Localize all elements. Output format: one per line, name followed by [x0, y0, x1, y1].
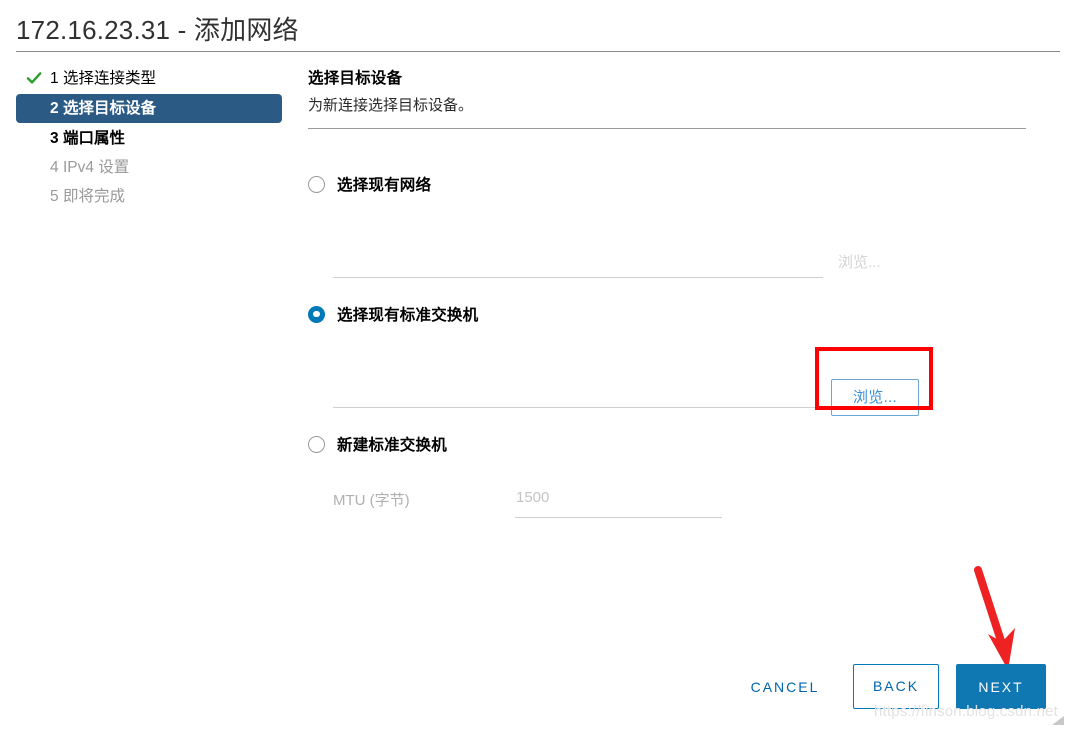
content-divider [308, 128, 1026, 129]
existing-network-field-row: 浏览... [308, 232, 881, 278]
radio-row-existing-standard-switch[interactable]: 选择现有标准交换机 [308, 302, 478, 326]
annotation-arrow-next [974, 566, 1015, 670]
sidebar-step-2-label: 选择目标设备 [62, 100, 156, 117]
existing-switch-field-row: 浏览... [308, 362, 919, 416]
mtu-row: MTU (字节) 1500 [308, 486, 722, 518]
option-existing-standard-switch[interactable]: 选择现有标准交换机 浏览... [308, 302, 919, 416]
sidebar-step-1-label: 选择连接类型 [62, 70, 156, 87]
content-header: 选择目标设备 为新连接选择目标设备。 [308, 66, 1026, 115]
header-divider [16, 51, 1060, 52]
option-new-standard-switch[interactable]: 新建标准交换机 MTU (字节) 1500 [308, 432, 722, 518]
option-existing-network[interactable]: 选择现有网络 浏览... [308, 172, 881, 278]
sidebar-step-3[interactable]: 3 端口属性 [16, 125, 282, 152]
sidebar-step-4: 4 IPv4 设置 [16, 154, 282, 181]
radio-existing-standard-switch[interactable] [308, 305, 325, 323]
check-icon [26, 72, 42, 84]
sidebar-step-3-label: 端口属性 [62, 130, 125, 147]
sidebar-step-2-number: 2 [50, 100, 63, 117]
radio-row-existing-network[interactable]: 选择现有网络 [308, 172, 431, 196]
mtu-input: 1500 [516, 489, 550, 506]
radio-row-new-standard-switch[interactable]: 新建标准交换机 [308, 432, 447, 456]
sidebar-step-4-label: IPv4 设置 [62, 159, 130, 176]
wizard-step-list: 1 选择连接类型 2 选择目标设备 3 端口属性 4 IPv4 设置 5 即将完… [16, 65, 282, 212]
radio-new-standard-switch[interactable] [308, 435, 325, 453]
sidebar-step-5-number: 5 [50, 188, 63, 205]
watermark: https://finson.blog.csdn.net [874, 703, 1059, 720]
sidebar-step-5-label: 即将完成 [62, 188, 125, 205]
content-title: 选择目标设备 [308, 70, 403, 87]
watermark-corner-mark [1052, 716, 1064, 725]
mtu-input-underline [515, 517, 722, 518]
mtu-label: MTU (字节) [333, 492, 410, 509]
option-existing-network-label: 选择现有网络 [337, 177, 432, 194]
existing-switch-input[interactable] [333, 407, 823, 408]
browse-button[interactable]: 浏览... [831, 379, 919, 416]
option-new-standard-switch-label: 新建标准交换机 [337, 437, 447, 454]
cancel-button[interactable]: CANCEL [745, 674, 825, 700]
sidebar-step-2[interactable]: 2 选择目标设备 [16, 94, 282, 123]
sidebar-step-5: 5 即将完成 [16, 183, 282, 210]
sidebar-step-4-number: 4 [50, 159, 63, 176]
sidebar-step-3-number: 3 [50, 130, 63, 147]
content-subtitle: 为新连接选择目标设备。 [308, 97, 474, 114]
page-title: 172.16.23.31 - 添加网络 [16, 15, 299, 45]
sidebar-step-1[interactable]: 1 选择连接类型 [16, 65, 282, 92]
radio-existing-network[interactable] [308, 175, 325, 193]
option-existing-standard-switch-label: 选择现有标准交换机 [337, 307, 479, 324]
existing-network-input [333, 277, 823, 278]
sidebar-step-1-number: 1 [50, 70, 63, 87]
browse-button-disabled: 浏览... [838, 254, 881, 271]
